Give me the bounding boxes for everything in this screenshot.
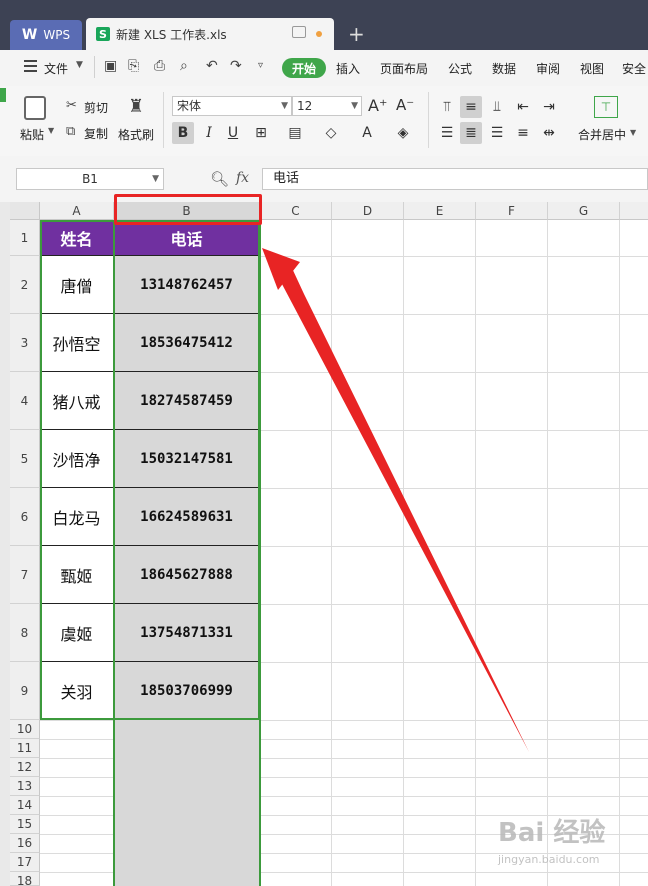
watermark-url: jingyan.baidu.com (498, 853, 600, 866)
baidu-logo-icon: Bai 经验 (498, 818, 606, 848)
annotation-arrow-icon (262, 248, 529, 752)
baidu-watermark: Bai 经验 jingyan.baidu.com (498, 812, 646, 884)
